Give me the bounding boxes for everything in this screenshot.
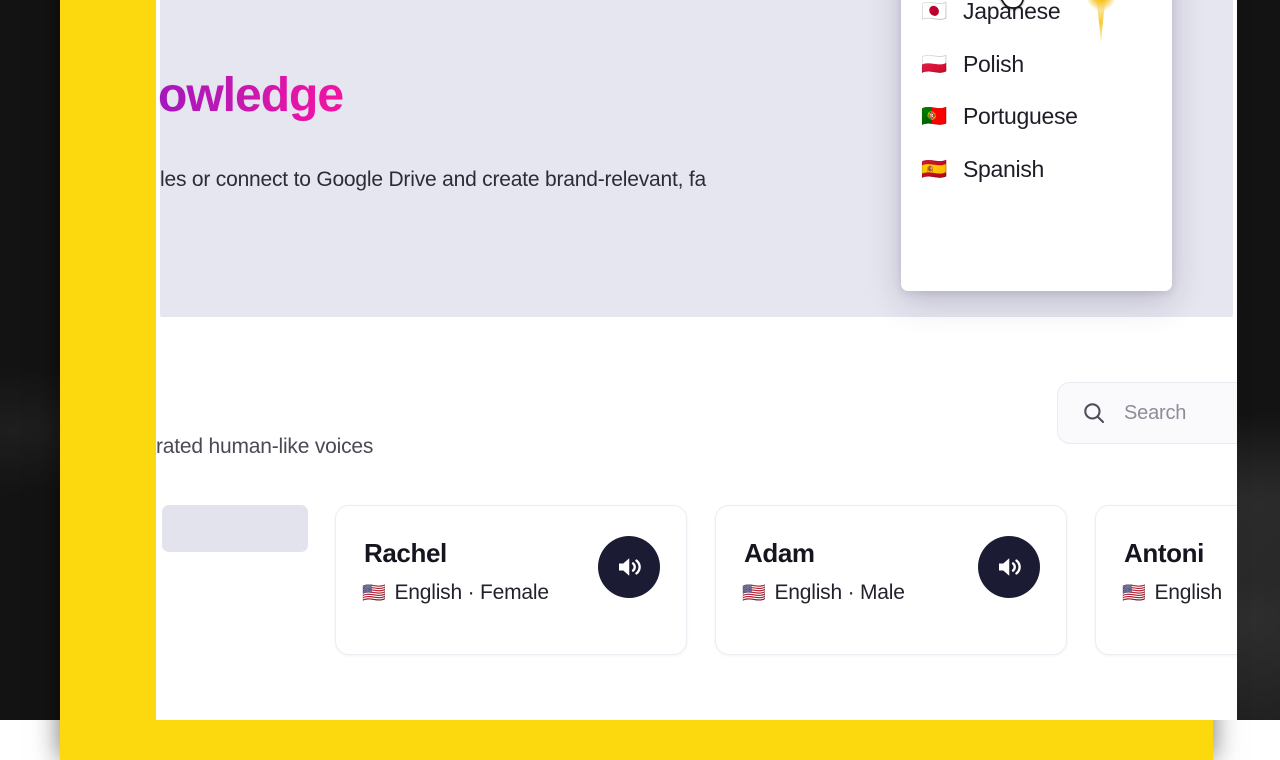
voice-card-meta: 🇺🇸 English · Female: [362, 581, 549, 605]
language-option-japanese[interactable]: 🇯🇵 Japanese: [901, 0, 1172, 38]
language-option-label: Portuguese: [963, 103, 1078, 130]
search-input[interactable]: Search: [1057, 382, 1237, 444]
screen-area: owledge les or connect to Google Drive a…: [156, 0, 1237, 720]
search-icon: [1082, 401, 1106, 425]
voice-card-meta: 🇺🇸 English: [1122, 581, 1222, 605]
flag-icon-us: 🇺🇸: [1122, 584, 1145, 603]
language-option-label: Japanese: [963, 0, 1060, 25]
hero-subtitle: les or connect to Google Drive and creat…: [160, 168, 706, 192]
language-option-polish[interactable]: 🇵🇱 Polish: [901, 38, 1172, 91]
voice-card-name: Rachel: [364, 538, 447, 569]
voice-card-meta: 🇺🇸 English · Male: [742, 581, 905, 605]
language-dropdown-menu[interactable]: 🇩🇪 German 🇮🇳 Hindi 🇮🇹 Italian 🇯🇵 Japanes…: [901, 0, 1172, 291]
flag-icon-jp: 🇯🇵: [921, 1, 949, 22]
voice-card[interactable]: Antoni 🇺🇸 English: [1095, 505, 1237, 655]
flag-icon-es: 🇪🇸: [921, 159, 949, 180]
yellow-device-frame: owledge les or connect to Google Drive a…: [60, 0, 1213, 760]
speaker-icon: [614, 552, 644, 582]
speaker-icon: [994, 552, 1024, 582]
search-placeholder-text: Search: [1124, 402, 1186, 425]
voice-card[interactable]: Rachel 🇺🇸 English · Female: [335, 505, 687, 655]
voice-card-name: Antoni: [1124, 538, 1204, 569]
language-option-portuguese[interactable]: 🇵🇹 Portuguese: [901, 91, 1172, 144]
voice-card-meta-text: English · Male: [774, 581, 904, 605]
play-voice-button[interactable]: [598, 536, 660, 598]
voice-card[interactable]: Adam 🇺🇸 English · Male: [715, 505, 1067, 655]
web-page: owledge les or connect to Google Drive a…: [156, 0, 1237, 720]
flag-icon-us: 🇺🇸: [362, 584, 385, 603]
page-title: owledge: [158, 68, 343, 123]
flag-icon-us: 🇺🇸: [742, 584, 765, 603]
voices-section-subtitle: rated human-like voices: [156, 435, 373, 459]
voice-card-name: Adam: [744, 538, 815, 569]
voices-section: rated human-like voices Search Rachel: [156, 317, 1237, 640]
voice-card-meta-text: English · Female: [394, 581, 548, 605]
language-option-label: Spanish: [963, 156, 1044, 183]
language-option-label: Polish: [963, 51, 1024, 78]
voice-card-placeholder: [162, 505, 308, 552]
flag-icon-pl: 🇵🇱: [921, 54, 949, 75]
flag-icon-pt: 🇵🇹: [921, 106, 949, 127]
voice-card-meta-text: English: [1154, 581, 1221, 605]
play-voice-button[interactable]: [978, 536, 1040, 598]
language-option-spanish[interactable]: 🇪🇸 Spanish: [901, 143, 1172, 196]
